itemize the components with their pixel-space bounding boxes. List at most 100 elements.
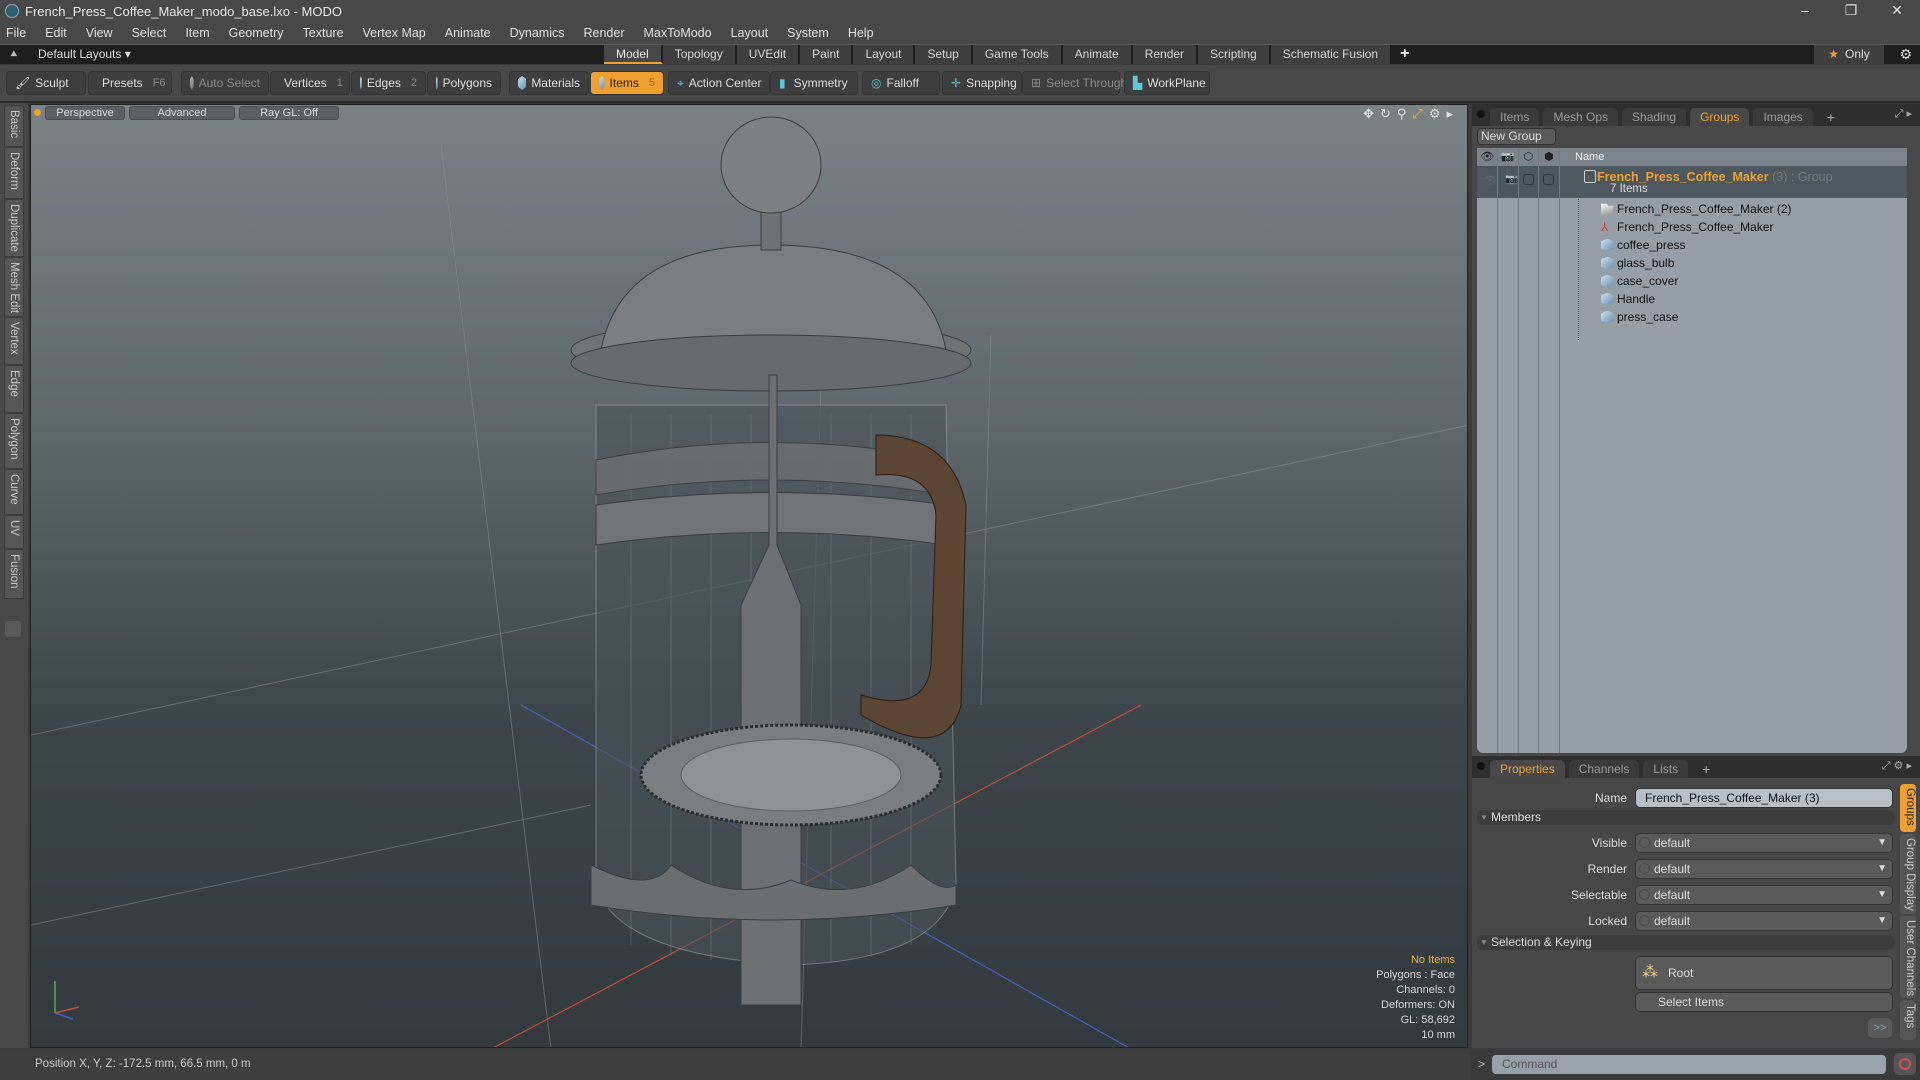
menu-layout[interactable]: Layout [731,26,769,40]
render-keyframe-icon[interactable] [1639,863,1650,874]
tab-fusion[interactable]: Fusion [4,549,24,599]
side-tab-group-display[interactable]: Group Display [1900,834,1916,914]
menu-select[interactable]: Select [132,26,167,40]
gear-icon[interactable]: ⚙ [1899,46,1912,63]
tree-item[interactable]: Handle [1601,290,1655,308]
materials-button[interactable]: Materials [509,71,589,95]
tab-scripting[interactable]: Scripting [1198,45,1271,64]
tab-basic[interactable]: Basic [4,105,24,147]
command-input[interactable]: Command [1492,1055,1886,1074]
auto-select-button[interactable]: Auto Select [181,71,269,95]
action-center-button[interactable]: ⌖ Action Center [668,71,770,95]
tab-deform[interactable]: Deform [4,147,24,199]
locked-dropdown[interactable]: default ▼ [1635,911,1893,931]
side-tab-user-channels[interactable]: User Channels [1900,916,1916,998]
tab-mesh-edit[interactable]: Mesh Edit [4,257,24,317]
perspective-button[interactable]: Perspective [45,106,125,120]
tab-shading[interactable]: Shading [1622,108,1687,126]
panel-menu-dot[interactable] [1477,110,1485,118]
tab-game-tools[interactable]: Game Tools [972,45,1063,64]
panel-settings-icon[interactable]: ⤢ ⚙ ▸ [1882,759,1912,773]
visible-keyframe-icon[interactable] [1639,837,1650,848]
tab-duplicate[interactable]: Duplicate [4,199,24,257]
minimize-button[interactable]: – [1782,0,1828,22]
record-macro-button[interactable] [1894,1053,1916,1075]
tab-edge[interactable]: Edge [4,365,24,413]
selectable-keyframe-icon[interactable] [1639,889,1650,900]
workplane-button[interactable]: ▙ WorkPlane [1124,71,1210,95]
tab-items[interactable]: Items [1490,108,1540,126]
menu-edit[interactable]: Edit [45,26,67,40]
expand-panel-icon[interactable]: ⤢ ▸ [1895,107,1912,121]
zoom-icon[interactable]: ⚲ [1397,106,1407,122]
default-layouts-dropdown[interactable]: Default Layouts ▾ [38,47,131,61]
tree-item[interactable]: French_Press_Coffee_Maker (2) [1601,200,1792,218]
tab-animate[interactable]: Animate [1062,45,1133,64]
menu-file[interactable]: File [6,26,26,40]
add-layout-tab-button[interactable]: + [1392,45,1420,64]
menu-geometry[interactable]: Geometry [229,26,284,40]
tab-layout[interactable]: Layout [853,45,916,64]
new-group-button[interactable]: New Group [1477,128,1556,145]
menu-view[interactable]: View [86,26,113,40]
pan-icon[interactable]: ✥ [1363,106,1374,122]
more-button[interactable]: >> [1868,1018,1892,1038]
tab-properties[interactable]: Properties [1490,760,1565,778]
tab-paint[interactable]: Paint [800,45,854,64]
tab-images[interactable]: Images [1753,108,1813,126]
members-section[interactable]: Members [1477,810,1894,825]
tab-render[interactable]: Render [1132,45,1199,64]
selectable-dropdown[interactable]: default ▼ [1635,885,1893,905]
polygons-button[interactable]: Polygons [427,71,501,95]
selection-keying-section[interactable]: Selection & Keying [1477,935,1894,950]
menu-animate[interactable]: Animate [445,26,491,40]
root-button[interactable]: ⁂ Root [1635,956,1893,990]
only-button[interactable]: ★ Only [1814,45,1884,64]
symmetry-button[interactable]: ▮ Symmetry [770,71,858,95]
name-column-header[interactable]: Name [1575,151,1604,163]
tab-model[interactable]: Model [604,45,663,64]
tab-uvedit[interactable]: UVEdit [736,45,801,64]
side-tab-tags[interactable]: Tags [1900,1000,1916,1040]
name-field[interactable]: French_Press_Coffee_Maker (3) [1635,788,1893,808]
menu-item[interactable]: Item [185,26,209,40]
snapping-button[interactable]: ✛ Snapping [942,71,1022,95]
select-items-button[interactable]: Select Items [1635,992,1893,1012]
render-dropdown[interactable]: default ▼ [1635,859,1893,879]
sculpt-button[interactable]: 🖌 Sculpt [6,71,86,95]
rotate-icon[interactable]: ↻ [1380,106,1391,122]
select-through-button[interactable]: ⊞ Select Through [1022,71,1127,95]
viewport-menu-arrow-icon[interactable]: ▸ [1446,106,1453,122]
tree-item[interactable]: press_case [1601,308,1678,326]
locked-keyframe-icon[interactable] [1639,915,1650,926]
menu-texture[interactable]: Texture [303,26,344,40]
tab-polygon[interactable]: Polygon [4,413,24,469]
3d-viewport[interactable]: Perspective Advanced Ray GL: Off ✥ ↻ ⚲ ⤢… [30,104,1468,1048]
tab-lists[interactable]: Lists [1643,760,1689,778]
tab-uv[interactable]: UV [4,515,24,549]
maximize-viewport-icon[interactable]: ⤢ [1412,106,1422,122]
falloff-button[interactable]: ◎ Falloff [862,71,940,95]
presets-button[interactable]: Presets F6 [88,71,172,95]
tab-setup[interactable]: Setup [915,45,973,64]
menu-render[interactable]: Render [584,26,625,40]
tab-channels[interactable]: Channels [1568,760,1640,778]
menu-vertex-map[interactable]: Vertex Map [363,26,426,40]
menu-system[interactable]: System [787,26,829,40]
vertices-button[interactable]: Vertices 1 [270,71,350,95]
tree-item[interactable]: case_cover [1601,272,1678,290]
menu-maxtomodo[interactable]: MaxToModo [644,26,712,40]
advanced-button[interactable]: Advanced [129,106,235,120]
tab-vertex[interactable]: Vertex [4,317,24,365]
viewport-settings-icon[interactable]: ⚙ [1429,106,1441,122]
panel-menu-dot[interactable] [1477,762,1485,770]
tab-topology[interactable]: Topology [662,45,737,64]
menu-dynamics[interactable]: Dynamics [510,26,565,40]
tree-item[interactable]: glass_bulb [1601,254,1674,272]
tab-groups[interactable]: Groups [1690,108,1750,126]
maximize-button[interactable]: ❐ [1828,0,1874,22]
tab-schematic-fusion[interactable]: Schematic Fusion [1270,45,1393,64]
edges-button[interactable]: Edges 2 [351,71,426,95]
tree-item[interactable]: coffee_press [1601,236,1686,254]
tab-mesh-ops[interactable]: Mesh Ops [1543,108,1619,126]
